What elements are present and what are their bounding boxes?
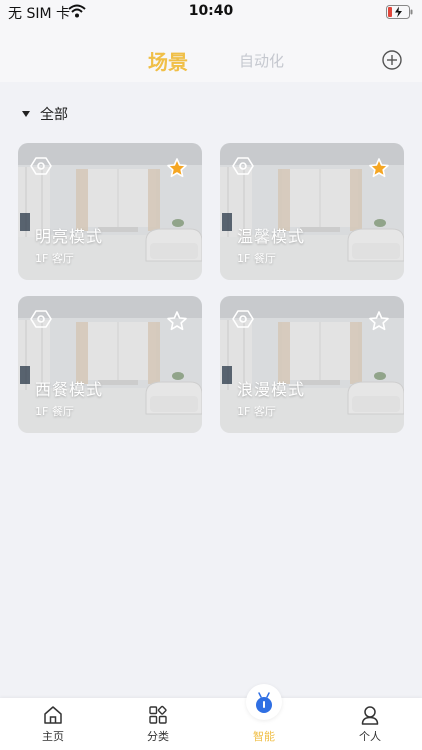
nav-category-label: 分类 [147, 730, 169, 743]
nav-profile[interactable]: 个人 [330, 698, 410, 750]
scene-location: 1F 客厅 [237, 405, 276, 418]
scene-location: 1F 餐厅 [35, 405, 74, 418]
header: 场景 自动化 [0, 24, 422, 82]
smart-robot-icon [256, 692, 272, 713]
clock: 10:40 [188, 3, 234, 19]
scene-card[interactable]: 浪漫模式 1F 客厅 [220, 296, 404, 433]
star-filled-icon[interactable] [166, 157, 188, 179]
caret-down-icon [22, 111, 30, 117]
tab-automation[interactable]: 自动化 [239, 50, 284, 71]
nav-smart-label: 智能 [253, 730, 275, 743]
nav-home[interactable]: 主页 [13, 698, 93, 750]
scene-location: 1F 客厅 [35, 252, 74, 265]
scene-settings-icon[interactable] [30, 155, 52, 177]
bottom-nav: 主页 分类 智能 个人 [0, 684, 422, 750]
status-bar: 无 SIM 卡 10:40 [0, 0, 422, 24]
battery-charging-icon [386, 5, 413, 19]
scene-location: 1F 餐厅 [237, 252, 276, 265]
nav-smart[interactable]: 智能 [224, 684, 304, 750]
smart-bubble [246, 684, 282, 720]
scene-settings-icon[interactable] [232, 308, 254, 330]
scene-name: 温馨模式 [237, 227, 306, 246]
star-outline-icon[interactable] [368, 310, 390, 332]
tab-scenes[interactable]: 场景 [148, 46, 188, 75]
scene-settings-icon[interactable] [232, 155, 254, 177]
group-toggle-all[interactable]: 全部 [22, 104, 68, 124]
star-outline-icon[interactable] [166, 310, 188, 332]
nav-profile-label: 个人 [359, 730, 381, 743]
group-label: 全部 [40, 107, 68, 123]
scene-name: 浪漫模式 [237, 380, 306, 399]
add-scene-icon[interactable] [382, 50, 402, 70]
scene-name: 明亮模式 [35, 227, 104, 246]
star-filled-icon[interactable] [368, 157, 390, 179]
scene-card[interactable]: 西餐模式 1F 餐厅 [18, 296, 202, 433]
scene-name: 西餐模式 [35, 380, 104, 399]
home-icon [44, 706, 62, 724]
person-icon [361, 706, 379, 725]
category-grid-icon [149, 705, 167, 724]
scene-settings-icon[interactable] [30, 308, 52, 330]
nav-category[interactable]: 分类 [118, 698, 198, 750]
scene-card[interactable]: 温馨模式 1F 餐厅 [220, 143, 404, 280]
nav-home-label: 主页 [42, 730, 64, 743]
scene-card[interactable]: 明亮模式 1F 客厅 [18, 143, 202, 280]
